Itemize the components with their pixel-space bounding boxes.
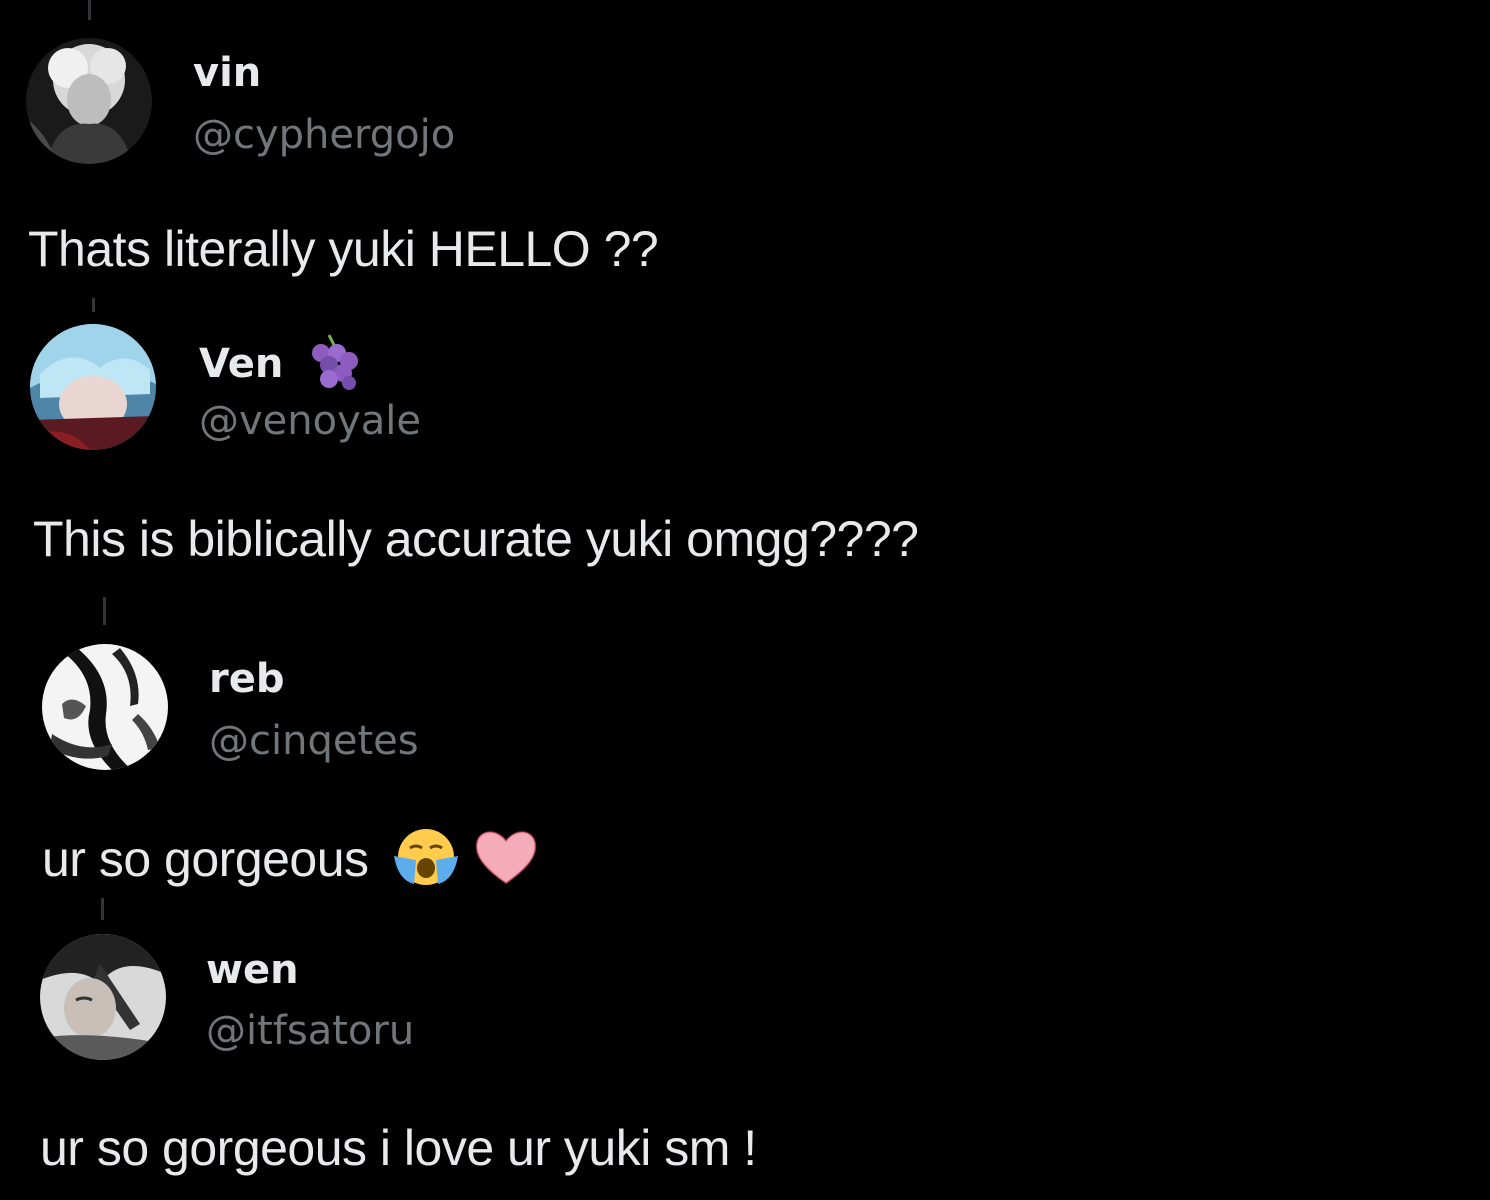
user-avatar[interactable] bbox=[26, 38, 152, 164]
reply-text: ur so gorgeous bbox=[42, 829, 539, 894]
user-avatar[interactable] bbox=[40, 934, 166, 1060]
pink-heart-emoji bbox=[473, 827, 539, 887]
reply-text-content: ur so gorgeous bbox=[42, 831, 369, 888]
reply-text: This is biblically accurate yuki omgg???… bbox=[33, 511, 919, 567]
reply-text: Thats literally yuki HELLO ?? bbox=[28, 221, 659, 277]
display-name[interactable]: wen bbox=[206, 950, 299, 990]
loudly-crying-face-emoji bbox=[392, 826, 460, 888]
user-avatar[interactable] bbox=[30, 324, 156, 450]
reply-item[interactable]: reb @cinqetes ur so gorgeous bbox=[0, 600, 1490, 900]
user-handle[interactable]: @cyphergojo bbox=[193, 115, 455, 155]
user-handle[interactable]: @venoyale bbox=[199, 401, 421, 441]
user-avatar[interactable] bbox=[42, 644, 168, 770]
display-name[interactable]: Ven bbox=[199, 334, 361, 395]
reply-item[interactable]: wen @itfsatoru ur so gorgeous i love ur … bbox=[0, 900, 1490, 1200]
display-name[interactable]: reb bbox=[209, 659, 285, 699]
display-name[interactable]: vin bbox=[193, 53, 261, 93]
grapes-emoji bbox=[305, 333, 361, 391]
reply-item[interactable]: vin @cyphergojo Thats literally yuki HEL… bbox=[0, 0, 1490, 300]
reply-text: ur so gorgeous i love ur yuki sm ! bbox=[40, 1120, 757, 1176]
user-handle[interactable]: @cinqetes bbox=[209, 721, 419, 761]
user-handle[interactable]: @itfsatoru bbox=[206, 1011, 414, 1051]
display-name-text: Ven bbox=[199, 341, 284, 387]
reply-item[interactable]: Ven @venoyale This is biblically accurat… bbox=[0, 300, 1490, 600]
